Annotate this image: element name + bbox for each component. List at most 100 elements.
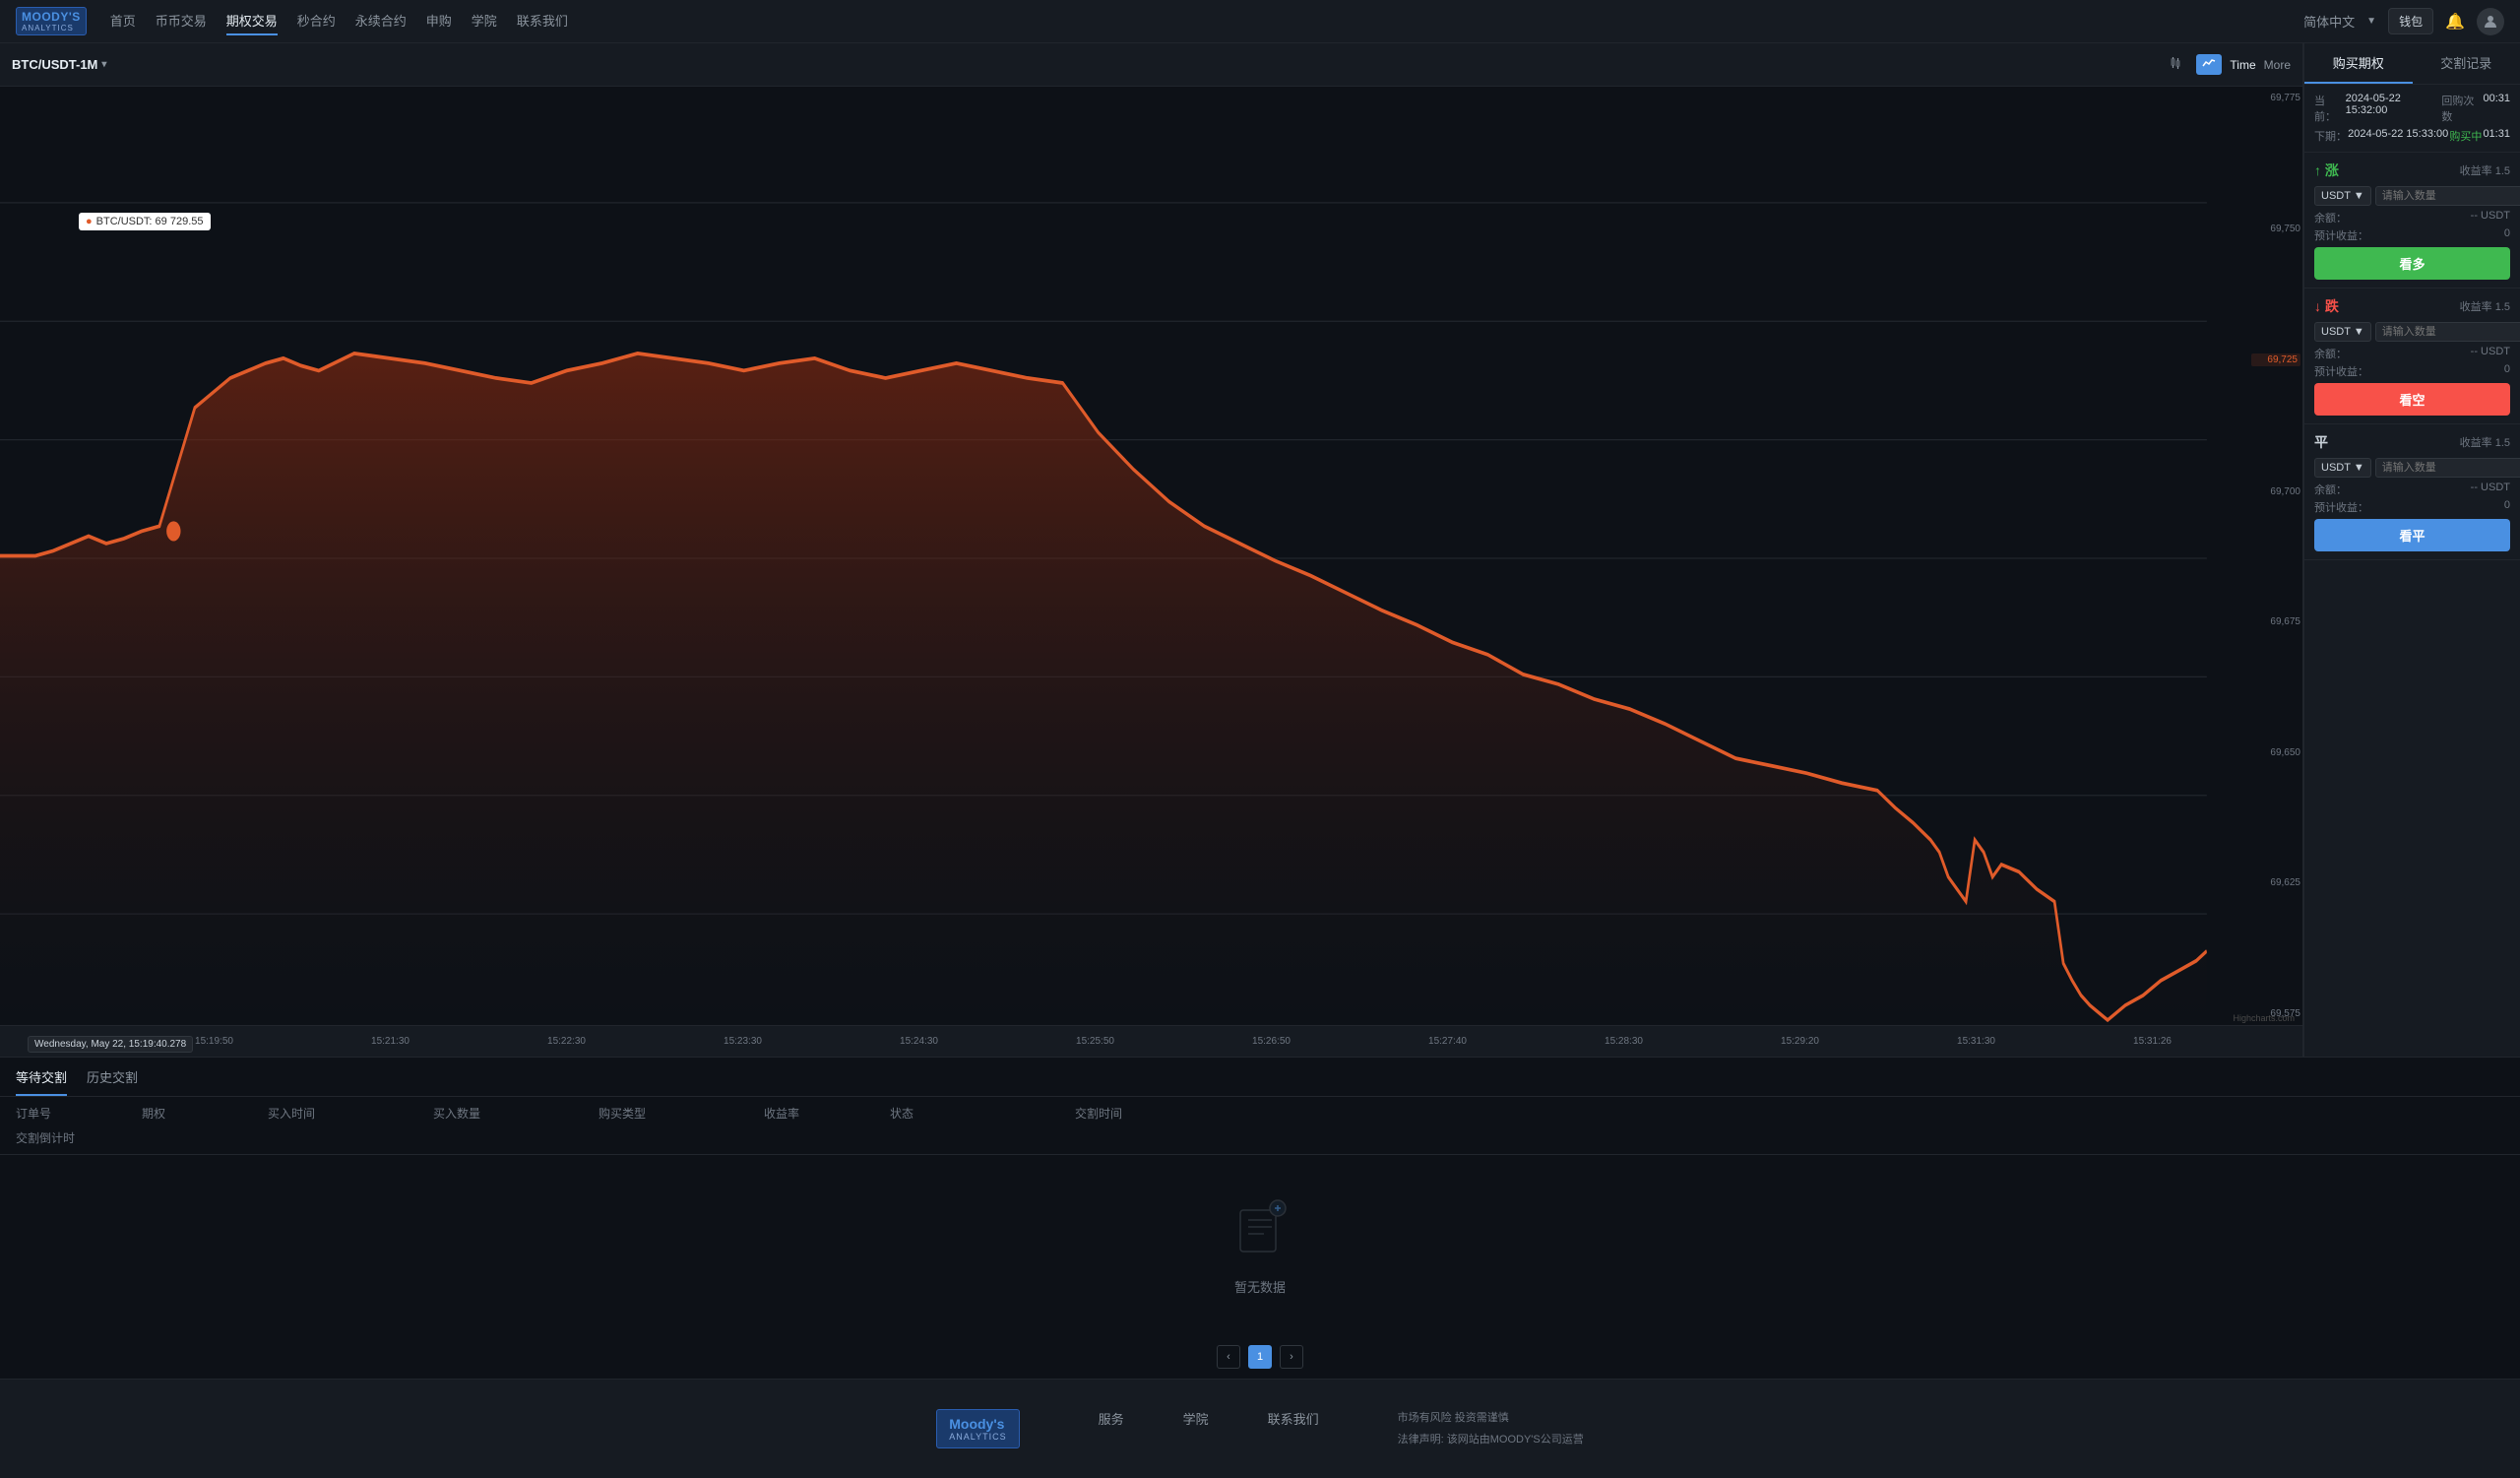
trade-dir-up-label: ↑ 涨: [2314, 161, 2339, 180]
nav-avatar[interactable]: [2477, 8, 2504, 35]
footer-logo-box: Moody's ANALYTICS: [936, 1409, 1019, 1448]
yaxis-label-1: 69,750: [2251, 224, 2300, 234]
amount-input-down[interactable]: [2375, 322, 2520, 342]
xaxis-lbl-18: 15:29:20: [1781, 1036, 1819, 1047]
buy-status-val: 01:31: [2483, 128, 2510, 144]
nav-home[interactable]: 首页: [110, 7, 136, 35]
highcharts-credit: Highcharts.com: [2233, 1013, 2295, 1023]
col-yield: 收益率: [764, 1105, 882, 1122]
nav-ipo[interactable]: 申购: [426, 7, 452, 35]
xaxis-lbl-2: 15:21:30: [371, 1036, 410, 1047]
ctrl-line-btn[interactable]: [2196, 54, 2222, 75]
nav-lang[interactable]: 简体中文: [2303, 12, 2355, 31]
tab-delivery-records[interactable]: 交割记录: [2413, 43, 2520, 84]
orders-table-header: 订单号 期权 买入时间 买入数量 购买类型 收益率 状态 交割时间 交割倒计时: [0, 1097, 2520, 1155]
trade-dir-flat-label: 平: [2314, 432, 2328, 452]
trade-total-up: 预计收益： 0: [2314, 227, 2510, 243]
btn-sell[interactable]: 看空: [2314, 383, 2510, 416]
chart-xaxis: Wednesday, May 22, 15:19:40.278 15:19:50…: [0, 1025, 2302, 1057]
amount-input-flat[interactable]: [2375, 458, 2520, 478]
nav-right: 简体中文 ▼ 钱包 🔔: [2303, 8, 2504, 35]
yaxis-label-0: 69,775: [2251, 93, 2300, 103]
col-options: 期权: [142, 1105, 260, 1122]
nav-wallet-button[interactable]: 钱包: [2388, 8, 2433, 34]
trade-total-down: 预计收益： 0: [2314, 363, 2510, 379]
navbar: MOODY'S ANALYTICS 首页 币币交易 期权交易 秒合约 永续合约 …: [0, 0, 2520, 43]
footer-logo: Moody's ANALYTICS: [936, 1409, 1019, 1448]
orders-empty: 暂无数据: [0, 1155, 2520, 1335]
footer-links: 服务 学院 联系我们: [1099, 1409, 1319, 1428]
nav-contact[interactable]: 联系我们: [517, 7, 568, 35]
nav-perpetual[interactable]: 永续合约: [355, 7, 407, 35]
btn-buy[interactable]: 看多: [2314, 247, 2510, 280]
trade-dir-down-row: ↓ 跌 收益率 1.5: [2314, 296, 2510, 316]
col-countdown: 交割倒计时: [16, 1129, 134, 1146]
nav-links: 首页 币币交易 期权交易 秒合约 永续合约 申购 学院 联系我们: [110, 7, 2303, 35]
currency-sel-up[interactable]: USDT ▼: [2314, 186, 2371, 206]
footer-legal-2: 法律声明: 该网站由MOODY'S公司运营: [1398, 1431, 1584, 1446]
trade-info: 当前： 2024-05-22 15:32:00 回购次数 00:31 下期： 2…: [2304, 85, 2520, 153]
trade-balance-down: 余额： -- USDT: [2314, 346, 2510, 361]
btn-flat[interactable]: 看平: [2314, 519, 2510, 551]
nav-bell-icon[interactable]: 🔔: [2445, 12, 2465, 32]
currency-sel-flat[interactable]: USDT ▼: [2314, 458, 2371, 478]
xaxis-lbl-20: 15:31:30: [1957, 1036, 1995, 1047]
orders-tabs: 等待交割 历史交割: [0, 1058, 2520, 1097]
page-prev[interactable]: ‹: [1217, 1345, 1240, 1369]
nav-spot[interactable]: 币币交易: [156, 7, 207, 35]
trade-input-row-up: USDT ▼ USDT: [2314, 186, 2510, 206]
xaxis-lbl-14: 15:27:40: [1428, 1036, 1467, 1047]
chart-canvas[interactable]: BTC/USDT: 69 729.55 69,775 69,750 69,725…: [0, 87, 2302, 1025]
footer-brand: Moody's: [949, 1416, 1006, 1432]
currency-sel-down[interactable]: USDT ▼: [2314, 322, 2371, 342]
col-status: 状态: [890, 1105, 1067, 1122]
col-delivery-time: 交割时间: [1075, 1105, 1252, 1122]
footer-link-2[interactable]: 联系我们: [1268, 1409, 1319, 1428]
ctrl-candlestick-btn[interactable]: [2163, 54, 2188, 75]
col-order-no: 订单号: [16, 1105, 134, 1122]
trade-section-up: ↑ 涨 收益率 1.5 USDT ▼ USDT 余额： -- USDT 预计收益…: [2304, 153, 2520, 289]
page-next[interactable]: ›: [1280, 1345, 1303, 1369]
ctrl-time-label[interactable]: Time: [2230, 58, 2255, 72]
xaxis-lbl-12: 15:26:50: [1252, 1036, 1291, 1047]
next-period-row: 下期： 2024-05-22 15:33:00 购买中 01:31: [2314, 128, 2510, 144]
page-1[interactable]: 1: [1248, 1345, 1272, 1369]
pair-dropdown-icon[interactable]: ▾: [101, 59, 106, 70]
footer: Moody's ANALYTICS 服务 学院 联系我们 市场有风险 投资需谨慎…: [0, 1379, 2520, 1478]
yaxis-label-3: 69,700: [2251, 486, 2300, 497]
yaxis-label-5: 69,650: [2251, 747, 2300, 758]
lang-arrow: ▼: [2366, 16, 2376, 27]
next-period-label: 下期：: [2314, 128, 2347, 144]
trade-dir-down-label: ↓ 跌: [2314, 296, 2339, 316]
next-period-val: 2024-05-22 15:33:00: [2348, 128, 2448, 144]
nav-options[interactable]: 期权交易: [226, 7, 278, 35]
xaxis-lbl-10: 15:25:50: [1076, 1036, 1114, 1047]
yaxis-label-4: 69,675: [2251, 616, 2300, 627]
pagination: ‹ 1 ›: [0, 1335, 2520, 1379]
trade-balance-up: 余额： -- USDT: [2314, 210, 2510, 225]
nav-seconds[interactable]: 秒合约: [297, 7, 336, 35]
tab-waiting[interactable]: 等待交割: [16, 1067, 67, 1096]
right-tabs: 购买期权 交割记录: [2304, 43, 2520, 85]
footer-link-0[interactable]: 服务: [1099, 1409, 1124, 1428]
ctrl-more-label[interactable]: More: [2264, 58, 2291, 72]
round-count-label: 回购次数: [2441, 93, 2483, 124]
tab-buy-options[interactable]: 购买期权: [2304, 43, 2413, 84]
xaxis-lbl-8: 15:24:30: [900, 1036, 938, 1047]
logo-sub: ANALYTICS: [22, 24, 81, 32]
empty-icon: [1228, 1194, 1292, 1269]
orders-panel: 等待交割 历史交割 订单号 期权 买入时间 买入数量 购买类型 收益率 状态 交…: [0, 1057, 2520, 1379]
amount-input-up[interactable]: [2375, 186, 2520, 206]
current-period-label: 当前：: [2314, 93, 2346, 124]
trade-yield-up: 收益率 1.5: [2460, 162, 2510, 178]
nav-academy[interactable]: 学院: [472, 7, 497, 35]
round-count-val: 00:31: [2483, 93, 2510, 124]
footer-legal: 市场有风险 投资需谨慎 法律声明: 该网站由MOODY'S公司运营: [1398, 1409, 1584, 1446]
footer-legal-1: 市场有风险 投资需谨慎: [1398, 1409, 1584, 1425]
footer-link-1[interactable]: 学院: [1183, 1409, 1209, 1428]
col-buy-amount: 买入数量: [433, 1105, 591, 1122]
current-period-val: 2024-05-22 15:32:00: [2346, 93, 2442, 124]
pair-label: BTC/USDT-1M ▾: [12, 57, 106, 72]
col-buy-type: 购买类型: [598, 1105, 756, 1122]
tab-history[interactable]: 历史交割: [87, 1067, 138, 1096]
